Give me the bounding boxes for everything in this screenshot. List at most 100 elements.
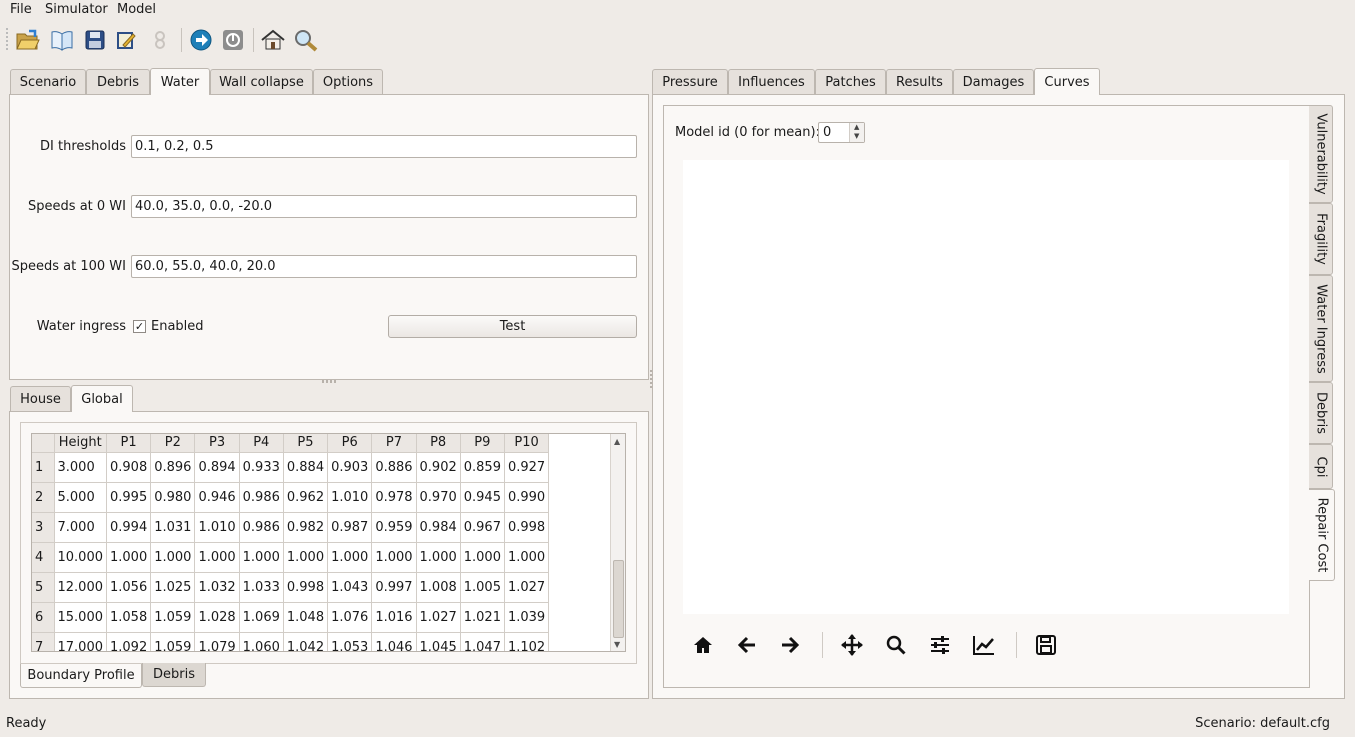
vtab-water-ingress[interactable]: Water Ingress xyxy=(1309,275,1333,382)
table-cell[interactable]: 1.000 xyxy=(504,542,550,573)
book-icon[interactable] xyxy=(48,26,76,54)
table-cell[interactable]: 0.962 xyxy=(283,482,329,513)
table-cell[interactable]: 1.032 xyxy=(194,572,240,603)
vtab-vulnerability[interactable]: Vulnerability xyxy=(1309,105,1333,203)
table-cell[interactable]: 1.033 xyxy=(239,572,284,603)
row-header[interactable]: 1 xyxy=(32,452,55,483)
table-cell[interactable]: 1.059 xyxy=(150,602,196,633)
water-ingress-checkbox[interactable]: ✓ xyxy=(133,320,146,333)
table-cell[interactable]: 1.092 xyxy=(106,632,152,651)
table-cell[interactable]: 1.010 xyxy=(194,512,240,543)
table-cell[interactable]: 0.859 xyxy=(460,452,505,483)
corner-cell[interactable] xyxy=(32,434,55,453)
table-cell[interactable]: 0.998 xyxy=(504,512,550,543)
table-cell[interactable]: 1.010 xyxy=(327,482,373,513)
di-thresholds-field[interactable] xyxy=(131,135,637,158)
table-row[interactable]: 4 10.000 1.000 1.000 1.000 1.000 1.000 1.000 1.0… xyxy=(32,542,550,573)
spin-up-icon[interactable]: ▲ xyxy=(854,123,859,131)
table-cell[interactable]: 1.060 xyxy=(239,632,284,651)
column-header[interactable]: P10 xyxy=(504,434,550,453)
vtab-fragility[interactable]: Fragility xyxy=(1309,203,1333,275)
pan-move-icon[interactable] xyxy=(837,630,867,660)
table-cell[interactable]: 0.997 xyxy=(371,572,417,603)
menu-file[interactable]: File xyxy=(10,2,32,17)
table-row[interactable]: 6 15.000 1.058 1.059 1.028 1.069 1.048 1.076 1.0… xyxy=(32,602,550,633)
save-disk-icon[interactable] xyxy=(81,26,109,54)
tab-water[interactable]: Water xyxy=(150,68,210,95)
column-header[interactable]: P7 xyxy=(371,434,417,453)
model-id-spinbox[interactable]: 0 ▲ ▼ xyxy=(818,122,865,143)
table-vertical-scrollbar[interactable]: ▲ ▼ xyxy=(610,434,625,651)
table-cell[interactable]: 1.079 xyxy=(194,632,240,651)
table-cell[interactable]: 0.984 xyxy=(416,512,461,543)
table-cell[interactable]: 1.027 xyxy=(504,572,550,603)
column-header[interactable]: P3 xyxy=(194,434,240,453)
scrollbar-thumb[interactable] xyxy=(613,560,624,638)
table-cell[interactable]: 0.967 xyxy=(460,512,505,543)
table-cell[interactable]: 0.994 xyxy=(106,512,152,543)
tab-results[interactable]: Results xyxy=(886,69,953,95)
open-folder-icon[interactable] xyxy=(14,26,42,54)
table-cell[interactable]: 1.025 xyxy=(150,572,196,603)
table-cell[interactable]: 0.886 xyxy=(371,452,417,483)
table-cell[interactable]: 1.000 xyxy=(283,542,329,573)
plot-canvas[interactable] xyxy=(683,160,1289,614)
table-row[interactable]: 5 12.000 1.056 1.025 1.032 1.033 0.998 1.043 0.9… xyxy=(32,572,550,603)
table-cell[interactable]: 1.021 xyxy=(460,602,505,633)
vtab-repair-cost[interactable]: Repair Cost xyxy=(1309,489,1335,581)
table-cell[interactable]: 1.008 xyxy=(416,572,461,603)
table-cell[interactable]: 0.927 xyxy=(504,452,550,483)
table-cell[interactable]: 0.903 xyxy=(327,452,373,483)
table-cell[interactable]: 1.058 xyxy=(106,602,152,633)
table-cell[interactable]: 0.995 xyxy=(106,482,152,513)
column-header[interactable]: P5 xyxy=(283,434,329,453)
table-cell[interactable]: 1.000 xyxy=(194,542,240,573)
tab-boundary-profile[interactable]: Boundary Profile xyxy=(20,664,142,688)
table-cell[interactable]: 1.102 xyxy=(504,632,550,651)
pin-icon[interactable] xyxy=(146,26,174,54)
table-cell[interactable]: 0.884 xyxy=(283,452,329,483)
table-cell[interactable]: 0.986 xyxy=(239,482,284,513)
table-cell[interactable]: 1.053 xyxy=(327,632,373,651)
vtab-debris[interactable]: Debris xyxy=(1309,382,1333,444)
model-id-value[interactable]: 0 xyxy=(823,125,831,140)
table-cell[interactable]: 1.069 xyxy=(239,602,284,633)
table-cell[interactable]: 1.028 xyxy=(194,602,240,633)
table-cell[interactable]: 0.990 xyxy=(504,482,550,513)
table-cell[interactable]: 1.059 xyxy=(150,632,196,651)
tab-pressure[interactable]: Pressure xyxy=(652,69,728,95)
vtab-cpi[interactable]: Cpi xyxy=(1309,444,1333,489)
tab-influences[interactable]: Influences xyxy=(728,69,815,95)
table-cell[interactable]: 0.970 xyxy=(416,482,461,513)
table-cell[interactable]: 0.978 xyxy=(371,482,417,513)
row-header[interactable]: 6 xyxy=(32,602,55,633)
table-cell[interactable]: 1.027 xyxy=(416,602,461,633)
tab-scenario[interactable]: Scenario xyxy=(10,69,86,95)
column-header[interactable]: P9 xyxy=(460,434,505,453)
table-row[interactable]: 3 7.000 0.994 1.031 1.010 0.986 0.982 0.987 0.95… xyxy=(32,512,550,543)
table-cell[interactable]: 1.076 xyxy=(327,602,373,633)
table-cell[interactable]: 1.042 xyxy=(283,632,329,651)
table-cell[interactable]: 1.000 xyxy=(327,542,373,573)
table-cell[interactable]: 0.980 xyxy=(150,482,196,513)
tab-global[interactable]: Global xyxy=(71,385,133,412)
table-cell[interactable]: 3.000 xyxy=(54,452,107,483)
column-header[interactable]: P8 xyxy=(416,434,461,453)
tab-wall-collapse[interactable]: Wall collapse xyxy=(210,69,313,95)
table-cell[interactable]: 0.998 xyxy=(283,572,329,603)
spin-down-icon[interactable]: ▼ xyxy=(854,132,859,140)
tab-damages[interactable]: Damages xyxy=(953,69,1034,95)
stop-icon[interactable] xyxy=(219,26,247,54)
table-cell[interactable]: 0.986 xyxy=(239,512,284,543)
table-cell[interactable]: 1.000 xyxy=(416,542,461,573)
table-cell[interactable]: 0.946 xyxy=(194,482,240,513)
save-icon[interactable] xyxy=(1031,630,1061,660)
table-cell[interactable]: 15.000 xyxy=(54,602,107,633)
table-cell[interactable]: 1.048 xyxy=(283,602,329,633)
scroll-down-icon[interactable]: ▼ xyxy=(614,640,620,649)
tab-debris-profile[interactable]: Debris xyxy=(142,663,206,687)
table-row[interactable]: 2 5.000 0.995 0.980 0.946 0.986 0.962 1.010 0.97… xyxy=(32,482,550,513)
forward-arrow-icon[interactable] xyxy=(775,630,805,660)
column-header[interactable]: P4 xyxy=(239,434,284,453)
table-cell[interactable]: 1.000 xyxy=(460,542,505,573)
